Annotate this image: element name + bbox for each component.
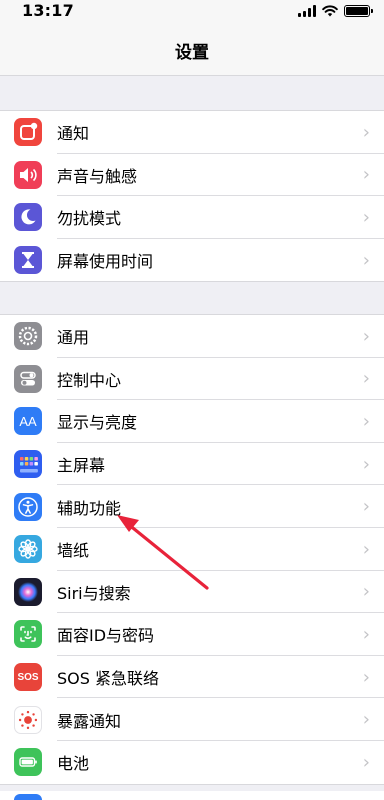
chevron-right-icon: › <box>362 496 370 518</box>
settings-row-sounds[interactable]: 声音与触感 › <box>0 154 384 197</box>
status-time: 13:17 <box>22 1 74 20</box>
accessibility-icon <box>14 492 42 521</box>
battery-icon <box>14 748 42 777</box>
settings-row-label: 面容ID与密码 <box>57 626 155 646</box>
chevron-right-icon: › <box>362 206 370 228</box>
sound-icon <box>14 160 42 189</box>
chevron-right-icon: › <box>362 368 370 390</box>
settings-row-notifications[interactable]: 通知 › <box>0 111 384 154</box>
exposure-icon <box>14 705 42 734</box>
chevron-right-icon: › <box>362 410 370 432</box>
chevron-right-icon: › <box>362 709 370 731</box>
settings-row-do-not-disturb[interactable]: 勿扰模式 › <box>0 196 384 239</box>
chevron-right-icon: › <box>362 249 370 271</box>
toggles-icon <box>14 364 42 393</box>
cellular-signal-icon <box>298 5 316 17</box>
settings-row-wallpaper[interactable]: 墙纸 › <box>0 528 384 571</box>
settings-group-2: 通用 › 控制中心 › AA 显示与亮度 › 主屏幕 › 辅助功能 › 墙纸 ›… <box>0 314 384 785</box>
settings-row-label: 通用 <box>57 328 90 348</box>
hourglass-icon <box>14 246 42 275</box>
settings-row-control-center[interactable]: 控制中心 › <box>0 358 384 401</box>
chevron-right-icon: › <box>362 164 370 186</box>
status-icons <box>298 4 373 18</box>
settings-row-display-brightness[interactable]: AA 显示与亮度 › <box>0 400 384 443</box>
chevron-right-icon: › <box>362 453 370 475</box>
gear-icon <box>14 322 42 351</box>
chevron-right-icon: › <box>362 623 370 645</box>
settings-row-home-screen[interactable]: 主屏幕 › <box>0 443 384 486</box>
sos-glyph: SOS <box>17 671 39 683</box>
chevron-right-icon: › <box>362 325 370 347</box>
chevron-right-icon: › <box>362 538 370 560</box>
nav-bar: 设置 <box>0 24 384 76</box>
battery-status-icon <box>344 5 373 17</box>
chevron-right-icon: › <box>362 751 370 773</box>
settings-row-emergency-sos[interactable]: SOS SOS 紧急联络 › <box>0 656 384 699</box>
settings-row-exposure-notifications[interactable]: 暴露通知 › <box>0 698 384 741</box>
settings-row-label: SOS 紧急联络 <box>57 669 159 689</box>
settings-row-label: 屏幕使用时间 <box>57 252 154 272</box>
settings-row-label: 通知 <box>57 124 90 144</box>
settings-row-label: 声音与触感 <box>57 166 138 186</box>
settings-row-battery[interactable]: 电池 › <box>0 741 384 784</box>
status-bar: 13:17 <box>0 0 384 24</box>
settings-row-label: 主屏幕 <box>57 456 106 476</box>
partial-icon <box>14 794 42 800</box>
settings-row-label: 电池 <box>57 754 90 774</box>
home-grid-icon <box>14 450 42 479</box>
settings-row-label: 墙纸 <box>57 541 90 561</box>
page-title: 设置 <box>175 43 209 63</box>
chevron-right-icon: › <box>362 581 370 603</box>
siri-icon <box>14 577 42 606</box>
chevron-right-icon: › <box>362 666 370 688</box>
text-size-icon: AA <box>14 407 42 436</box>
settings-row-label: Siri与搜索 <box>57 583 131 603</box>
settings-row-label: 辅助功能 <box>57 498 122 518</box>
settings-row-accessibility[interactable]: 辅助功能 › <box>0 485 384 528</box>
moon-icon <box>14 203 42 232</box>
notifications-icon <box>14 118 42 147</box>
settings-row-label: 暴露通知 <box>57 711 122 731</box>
settings-row-next-partial <box>0 791 384 800</box>
settings-row-general[interactable]: 通用 › <box>0 315 384 358</box>
settings-row-label: 显示与亮度 <box>57 413 138 433</box>
settings-row-label: 勿扰模式 <box>57 209 122 229</box>
settings-row-siri-search[interactable]: Siri与搜索 › <box>0 571 384 614</box>
text-size-glyph: AA <box>19 413 37 429</box>
settings-row-face-id-passcode[interactable]: 面容ID与密码 › <box>0 613 384 656</box>
settings-row-screen-time[interactable]: 屏幕使用时间 › <box>0 239 384 282</box>
settings-group-1: 通知 › 声音与触感 › 勿扰模式 › 屏幕使用时间 › <box>0 110 384 283</box>
face-id-icon <box>14 620 42 649</box>
flower-icon <box>14 535 42 564</box>
chevron-right-icon: › <box>362 121 370 143</box>
wifi-icon <box>322 5 338 17</box>
settings-row-label: 控制中心 <box>57 370 122 390</box>
sos-icon: SOS <box>14 663 42 692</box>
